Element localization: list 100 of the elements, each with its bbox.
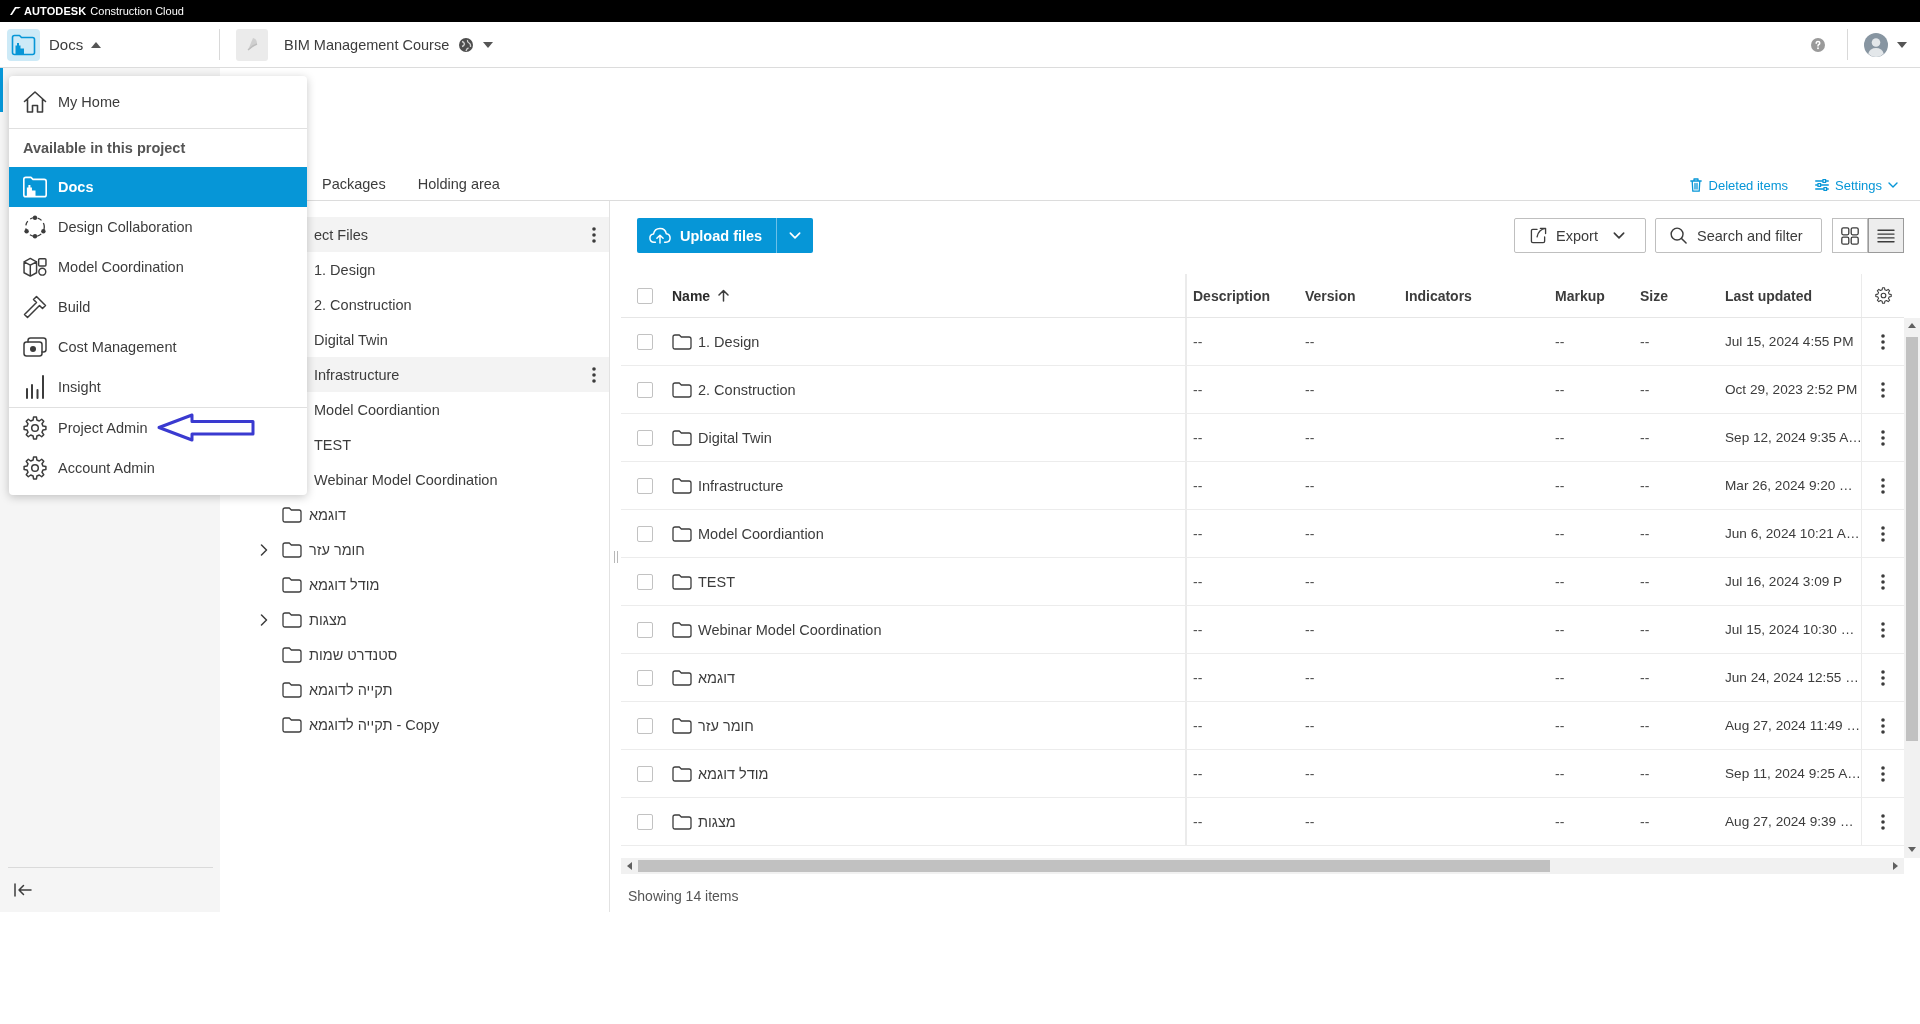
more-options-icon[interactable]: [1881, 573, 1885, 590]
export-button[interactable]: Export: [1514, 218, 1646, 253]
more-options-icon[interactable]: [1881, 717, 1885, 734]
tab[interactable]: Packages: [322, 167, 386, 200]
row-checkbox[interactable]: [637, 525, 653, 542]
menu-item[interactable]: Project Admin: [9, 408, 307, 448]
tree-item[interactable]: 2. Construction: [307, 287, 609, 322]
row-checkbox[interactable]: [637, 429, 653, 446]
row-checkbox[interactable]: [637, 477, 653, 494]
list-view-button[interactable]: [1868, 218, 1904, 253]
scroll-up-icon[interactable]: [1908, 323, 1916, 328]
menu-item[interactable]: Model Coordination: [9, 247, 307, 287]
horizontal-scrollbar[interactable]: [621, 858, 1904, 874]
tree-item[interactable]: Infrastructure: [307, 357, 609, 392]
caret-icon[interactable]: [483, 41, 494, 48]
more-options-icon[interactable]: [1881, 525, 1885, 542]
scroll-left-icon[interactable]: [627, 862, 632, 870]
sort-ascending-icon[interactable]: [718, 289, 730, 302]
file-name[interactable]: Webinar Model Coordination: [698, 621, 882, 638]
table-cell: --: [1193, 621, 1203, 638]
row-checkbox[interactable]: [637, 813, 653, 830]
tree-item[interactable]: סטנדרט שמות: [220, 637, 609, 672]
table-cell: --: [1193, 813, 1203, 830]
file-name[interactable]: מצגות: [698, 813, 736, 830]
tree-item[interactable]: תקייה לדוגמא - Copy: [220, 707, 609, 742]
more-options-icon[interactable]: [1881, 477, 1885, 494]
file-name[interactable]: חומר עזר: [698, 717, 754, 734]
menu-item[interactable]: Build: [9, 287, 307, 327]
avatar-icon[interactable]: [1864, 32, 1888, 57]
chevron-right-icon[interactable]: [260, 613, 268, 626]
column-header[interactable]: Version: [1305, 287, 1356, 304]
search-and-filter-button[interactable]: Search and filter: [1655, 218, 1822, 253]
file-name[interactable]: 1. Design: [698, 333, 760, 350]
file-name[interactable]: Digital Twin: [698, 429, 772, 446]
more-options-icon[interactable]: [592, 226, 596, 243]
file-name[interactable]: Model Coordiantion: [698, 525, 824, 542]
column-header[interactable]: Markup: [1555, 287, 1605, 304]
more-options-icon[interactable]: [1881, 765, 1885, 782]
file-name[interactable]: TEST: [698, 573, 736, 590]
column-header[interactable]: Name: [672, 287, 711, 304]
tree-item[interactable]: דוגמא: [220, 497, 609, 532]
row-checkbox[interactable]: [637, 621, 653, 638]
chevron-right-icon[interactable]: [260, 543, 268, 556]
caret-icon[interactable]: [1897, 41, 1907, 48]
tab[interactable]: Holding area: [417, 167, 500, 200]
tree-item[interactable]: Webinar Model Coordination: [307, 462, 609, 497]
more-options-icon[interactable]: [1881, 429, 1885, 446]
settings-icon[interactable]: [1874, 287, 1892, 304]
menu-item[interactable]: Insight: [9, 367, 307, 407]
grid-view-button[interactable]: [1832, 218, 1868, 253]
caret-icon[interactable]: [91, 41, 102, 48]
row-checkbox[interactable]: [637, 669, 653, 686]
help-icon[interactable]: [1811, 37, 1825, 52]
tree-item[interactable]: 1. Design: [307, 252, 609, 287]
chevron-down-icon[interactable]: [1888, 182, 1898, 188]
tree-item[interactable]: מודל דוגמא: [220, 567, 609, 602]
menu-item[interactable]: Design Collaboration: [9, 207, 307, 247]
project-name[interactable]: BIM Management Course: [284, 36, 450, 53]
more-options-icon[interactable]: [1881, 381, 1885, 398]
menu-item[interactable]: Account Admin: [9, 448, 307, 488]
more-options-icon[interactable]: [1881, 621, 1885, 638]
tree-item[interactable]: Model Coordiantion: [307, 392, 609, 427]
app-switcher[interactable]: Docs: [49, 36, 84, 53]
scroll-down-icon[interactable]: [1908, 847, 1916, 852]
more-options-icon[interactable]: [1881, 813, 1885, 830]
file-name[interactable]: דוגמא: [698, 669, 735, 686]
more-options-icon[interactable]: [1881, 669, 1885, 686]
row-checkbox[interactable]: [637, 381, 653, 398]
collapse-sidebar-icon[interactable]: [14, 883, 32, 897]
file-name[interactable]: Infrastructure: [698, 477, 784, 494]
column-header[interactable]: Indicators: [1405, 287, 1472, 304]
row-checkbox[interactable]: [637, 765, 653, 782]
column-header[interactable]: Size: [1640, 287, 1668, 304]
file-name[interactable]: מודל דוגמא: [698, 765, 769, 782]
more-options-icon[interactable]: [1881, 333, 1885, 350]
scrollbar-thumb[interactable]: [638, 860, 1550, 872]
folder-building-icon[interactable]: [7, 28, 40, 61]
column-header[interactable]: Description: [1193, 287, 1270, 304]
scroll-right-icon[interactable]: [1893, 862, 1898, 870]
scrollbar-thumb[interactable]: [1906, 337, 1918, 741]
menu-item[interactable]: My Home: [9, 76, 307, 129]
more-options-icon[interactable]: [592, 366, 596, 383]
resize-handle[interactable]: [613, 550, 618, 563]
column-header[interactable]: Last updated: [1725, 287, 1813, 304]
tree-item[interactable]: TEST: [307, 427, 609, 462]
select-all-checkbox[interactable]: [637, 287, 653, 304]
tree-item[interactable]: ect Files: [307, 217, 609, 252]
tree-item[interactable]: Digital Twin: [307, 322, 609, 357]
tree-item[interactable]: תקייה לדוגמא: [220, 672, 609, 707]
file-name[interactable]: 2. Construction: [698, 381, 796, 398]
row-checkbox[interactable]: [637, 573, 653, 590]
row-checkbox[interactable]: [637, 333, 653, 350]
vertical-scrollbar[interactable]: [1904, 318, 1920, 858]
table-cell: --: [1305, 525, 1315, 542]
menu-item[interactable]: Cost Management: [9, 327, 307, 367]
table-cell: --: [1640, 333, 1650, 350]
tree-item[interactable]: מצגות: [220, 602, 609, 637]
tree-item[interactable]: חומר עזר: [220, 532, 609, 567]
row-checkbox[interactable]: [637, 717, 653, 734]
table-cell: --: [1305, 717, 1315, 734]
